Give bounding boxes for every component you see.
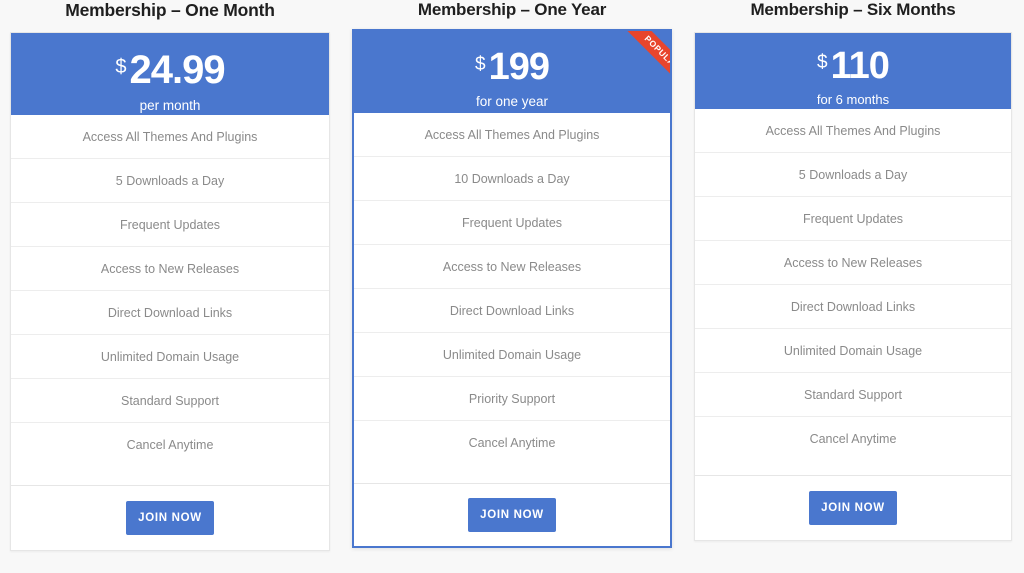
feature-item: Cancel Anytime (809, 432, 897, 447)
feature-item: 5 Downloads a Day (11, 159, 329, 203)
price-line: $ 24.99 (11, 50, 329, 90)
pricing-card-six-months: Membership – Six Months $ 110 for 6 mont… (694, 0, 1012, 542)
price-amount: 110 (830, 45, 890, 88)
pricing-table: Membership – One Month $ 24.99 per month… (0, 0, 1024, 573)
plan-price-header: POPULAR $ 199 for one year (354, 31, 670, 114)
pricing-card-one-month: Membership – One Month $ 24.99 per month… (10, 0, 330, 551)
plan-card: $ 110 for 6 months Access All Themes And… (694, 32, 1012, 542)
feature-item: 5 Downloads a Day (695, 153, 1011, 198)
feature-item: Frequent Updates (11, 203, 329, 247)
currency-symbol: $ (115, 56, 127, 78)
feature-item: 10 Downloads a Day (354, 157, 670, 202)
billing-period: for 6 months (816, 92, 890, 108)
feature-item: Direct Download Links (354, 289, 670, 334)
feature-item: Priority Support (354, 377, 670, 422)
feature-item: Access to New Releases (11, 247, 329, 291)
feature-item: Direct Download Links (11, 291, 329, 335)
feature-item: Access to New Releases (354, 245, 670, 290)
feature-item: Frequent Updates (354, 201, 670, 246)
plan-footer: JOIN NOW (354, 483, 670, 546)
feature-item: Access All Themes And Plugins (354, 113, 670, 158)
currency-symbol: $ (475, 54, 486, 76)
feature-list: Access All Themes And Plugins 5 Download… (695, 109, 1011, 475)
feature-list: Access All Themes And Plugins 5 Download… (11, 115, 329, 485)
feature-item: Standard Support (11, 379, 329, 423)
plan-card: $ 24.99 per month Access All Themes And … (10, 32, 330, 551)
plan-card: POPULAR $ 199 for one year Access All Th… (352, 29, 672, 549)
pricing-card-one-year: Membership – One Year POPULAR $ 199 for … (352, 0, 672, 549)
billing-period: for one year (475, 94, 549, 110)
price-amount: 199 (488, 46, 550, 89)
join-now-button[interactable]: JOIN NOW (468, 498, 556, 533)
feature-item: Cancel Anytime (126, 438, 214, 452)
feature-list: Access All Themes And Plugins 10 Downloa… (354, 113, 670, 483)
join-now-button[interactable]: JOIN NOW (126, 501, 214, 535)
plan-title: Membership – One Month (65, 0, 275, 20)
plan-footer: JOIN NOW (695, 475, 1011, 540)
feature-item: Access All Themes And Plugins (695, 109, 1011, 154)
feature-item: Direct Download Links (695, 285, 1011, 330)
currency-symbol: $ (817, 52, 828, 74)
feature-item: Standard Support (695, 373, 1011, 418)
plan-price-header: $ 24.99 per month (11, 33, 329, 115)
plan-price-header: $ 110 for 6 months (695, 33, 1011, 110)
feature-item: Access All Themes And Plugins (11, 115, 329, 159)
billing-period: per month (139, 98, 201, 113)
price-line: $ 110 (695, 47, 1011, 85)
plan-title: Membership – Six Months (750, 0, 956, 19)
price-line: $ 199 (354, 48, 670, 86)
join-now-button[interactable]: JOIN NOW (809, 491, 897, 526)
feature-item: Cancel Anytime (468, 436, 556, 451)
feature-item: Access to New Releases (695, 241, 1011, 286)
feature-item: Unlimited Domain Usage (11, 335, 329, 379)
feature-item: Unlimited Domain Usage (695, 329, 1011, 374)
price-amount: 24.99 (129, 48, 226, 92)
feature-item: Unlimited Domain Usage (354, 333, 670, 378)
plan-footer: JOIN NOW (11, 485, 329, 550)
feature-item: Frequent Updates (695, 197, 1011, 242)
plan-title: Membership – One Year (417, 0, 607, 19)
